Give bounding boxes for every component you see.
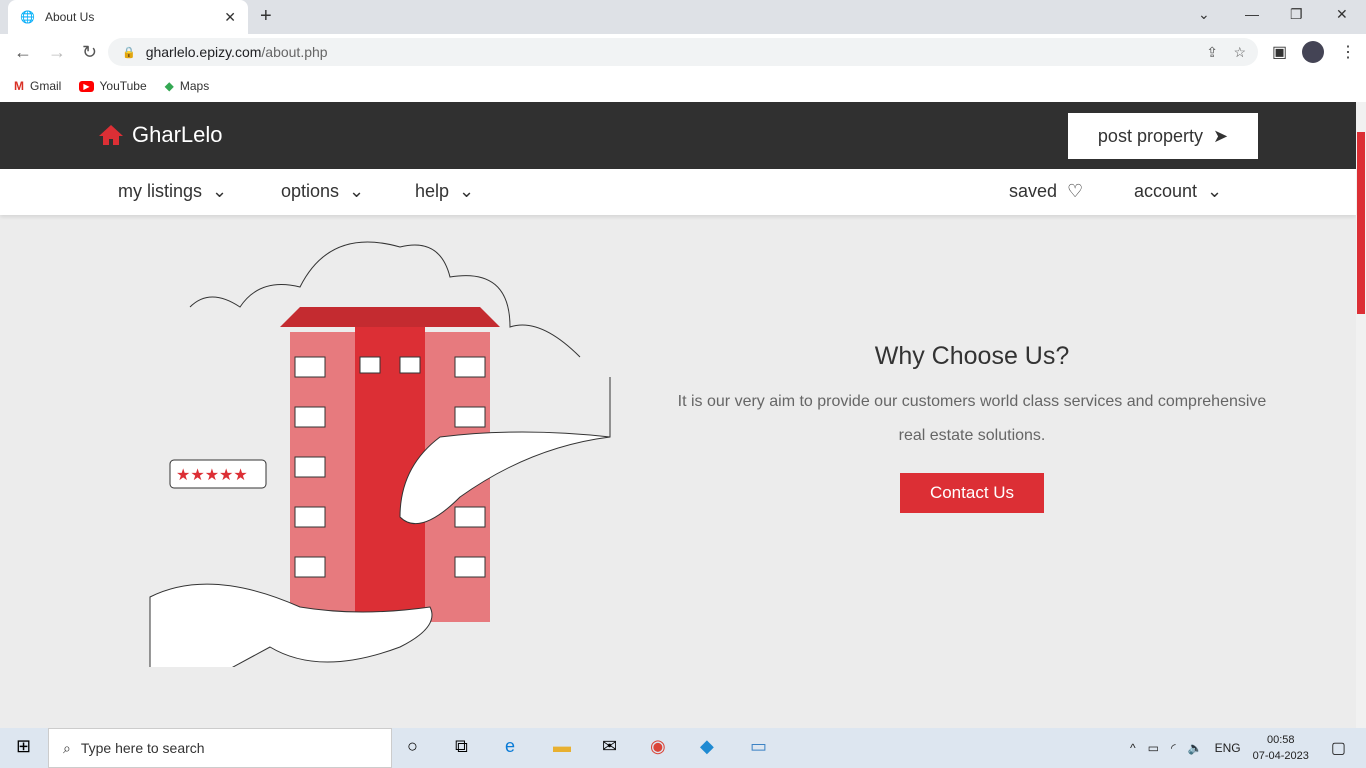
chrome-icon[interactable]: ◉: [650, 736, 666, 757]
nav-help[interactable]: help ⌄: [415, 181, 474, 202]
profile-avatar[interactable]: [1302, 41, 1324, 63]
cortana-icon[interactable]: ○: [407, 736, 418, 757]
close-window-button[interactable]: ✕: [1336, 6, 1348, 23]
building-key-illustration: ★★★★★: [149, 241, 611, 667]
back-icon[interactable]: ←: [14, 42, 34, 63]
heart-icon: ♡: [1067, 181, 1084, 201]
web-page: GharLelo post property ➤ my listings ⌄ op…: [0, 102, 1356, 728]
nav-my-listings[interactable]: my listings ⌄: [118, 181, 227, 202]
nav-options[interactable]: options ⌄: [281, 181, 364, 202]
tab-strip: 🌐 About Us ✕ + ⌄ — ❐ ✕: [0, 0, 1366, 34]
nav-label: account: [1134, 181, 1198, 201]
close-tab-icon[interactable]: ✕: [224, 9, 236, 26]
brand-logo[interactable]: GharLelo: [98, 122, 223, 148]
tab-search-icon[interactable]: ⌄: [1198, 6, 1210, 23]
section-text: It is our very aim to provide our custom…: [677, 393, 1267, 444]
volume-icon[interactable]: 🔈: [1188, 741, 1203, 755]
bookmark-label: Gmail: [30, 79, 62, 93]
search-icon: ⌕: [63, 739, 71, 756]
lock-icon: 🔒: [122, 46, 136, 59]
menu-icon[interactable]: ⋮: [1340, 42, 1356, 62]
file-explorer-icon[interactable]: ▬: [553, 736, 571, 757]
chevron-down-icon: ⌄: [212, 181, 228, 201]
post-property-label: post property: [1097, 125, 1203, 146]
bookmark-youtube[interactable]: ▶ YouTube: [79, 79, 147, 93]
battery-icon[interactable]: ▭: [1148, 741, 1159, 755]
nav-saved[interactable]: saved ♡: [1009, 181, 1083, 202]
reload-icon[interactable]: ↻: [82, 42, 102, 63]
mail-icon[interactable]: ✉: [602, 736, 617, 757]
system-tray: ^ ▭ ◜ 🔈 ENG 00:58 07-04-2023 ▢: [1130, 728, 1346, 768]
bookmark-label: Maps: [179, 79, 210, 93]
url-host: gharlelo.epizy.com: [145, 44, 262, 60]
page-scrollbar[interactable]: [1356, 102, 1366, 728]
clock[interactable]: 00:58 07-04-2023: [1253, 732, 1309, 764]
star-icon[interactable]: ☆: [1233, 44, 1246, 61]
date: 07-04-2023: [1252, 750, 1309, 762]
tab-about-us[interactable]: 🌐 About Us ✕: [8, 0, 248, 34]
nav-label: my listings: [118, 181, 203, 201]
chevron-up-icon[interactable]: ^: [1130, 741, 1136, 755]
bookmarks-bar: M Gmail ▶ YouTube ◆ Maps: [0, 70, 1366, 102]
task-view-icon[interactable]: ⧉: [455, 736, 468, 757]
app-icon[interactable]: ▭: [750, 736, 767, 757]
bookmark-label: YouTube: [99, 79, 147, 93]
taskbar-search[interactable]: ⌕ Type here to search: [48, 728, 392, 768]
nav-label: help: [415, 181, 450, 201]
bookmark-gmail[interactable]: M Gmail: [14, 79, 61, 93]
windows-start-icon[interactable]: ⊞: [16, 736, 31, 757]
post-property-button[interactable]: post property ➤: [1068, 113, 1258, 159]
gmail-icon: M: [14, 79, 24, 93]
browser-toolbar: ← → ↻ 🔒 gharlelo.epizy.com/about.php ⇪ ☆…: [0, 34, 1366, 70]
new-tab-button[interactable]: +: [260, 5, 272, 28]
brand-name: GharLelo: [132, 122, 223, 147]
restore-button[interactable]: ❐: [1290, 6, 1303, 23]
youtube-icon: ▶: [79, 80, 94, 92]
nav-label: options: [281, 181, 340, 201]
wifi-icon[interactable]: ◜: [1171, 741, 1176, 755]
address-bar[interactable]: 🔒 gharlelo.epizy.com/about.php ⇪ ☆: [108, 38, 1258, 66]
chevron-down-icon: ⌄: [349, 181, 365, 201]
contact-us-button[interactable]: Contact Us: [899, 473, 1045, 513]
site-nav: my listings ⌄ options ⌄ help ⌄ saved ♡ accou…: [0, 169, 1356, 215]
home-icon: [99, 125, 123, 145]
minimize-button[interactable]: —: [1245, 6, 1259, 22]
maps-icon: ◆: [164, 79, 174, 93]
paper-plane-icon: ➤: [1212, 125, 1229, 146]
url-path: /about.php: [261, 44, 328, 60]
time: 00:58: [1266, 734, 1295, 746]
nav-account[interactable]: account ⌄: [1134, 181, 1222, 202]
globe-icon: 🌐: [20, 10, 35, 24]
language-indicator[interactable]: ENG: [1215, 741, 1241, 755]
edge-icon[interactable]: e: [505, 736, 515, 757]
nav-label: saved: [1009, 181, 1058, 201]
scrollbar-thumb[interactable]: [1357, 132, 1365, 314]
forward-icon[interactable]: →: [48, 42, 68, 63]
chevron-down-icon: ⌄: [459, 181, 475, 201]
share-icon[interactable]: ⇪: [1206, 44, 1218, 61]
tab-title: About Us: [44, 10, 95, 24]
search-placeholder: Type here to search: [80, 740, 205, 756]
svg-text:★★★★★: ★★★★★: [176, 467, 248, 484]
chevron-down-icon: ⌄: [1207, 181, 1223, 201]
bookmark-maps[interactable]: ◆ Maps: [165, 79, 210, 93]
vscode-icon[interactable]: ◆: [700, 736, 714, 757]
section-title: Why Choose Us?: [874, 342, 1070, 370]
side-panel-icon[interactable]: ▣: [1272, 42, 1287, 62]
site-header: GharLelo post property ➤: [0, 102, 1356, 169]
notifications-icon[interactable]: ▢: [1331, 738, 1346, 758]
windows-taskbar: ⊞ ⌕ Type here to search ○ ⧉ e ▬ ✉ ◉ ◆ ▭ ^…: [0, 728, 1366, 768]
why-choose-us-section: Why Choose Us? It is our very aim to pro…: [672, 342, 1272, 513]
